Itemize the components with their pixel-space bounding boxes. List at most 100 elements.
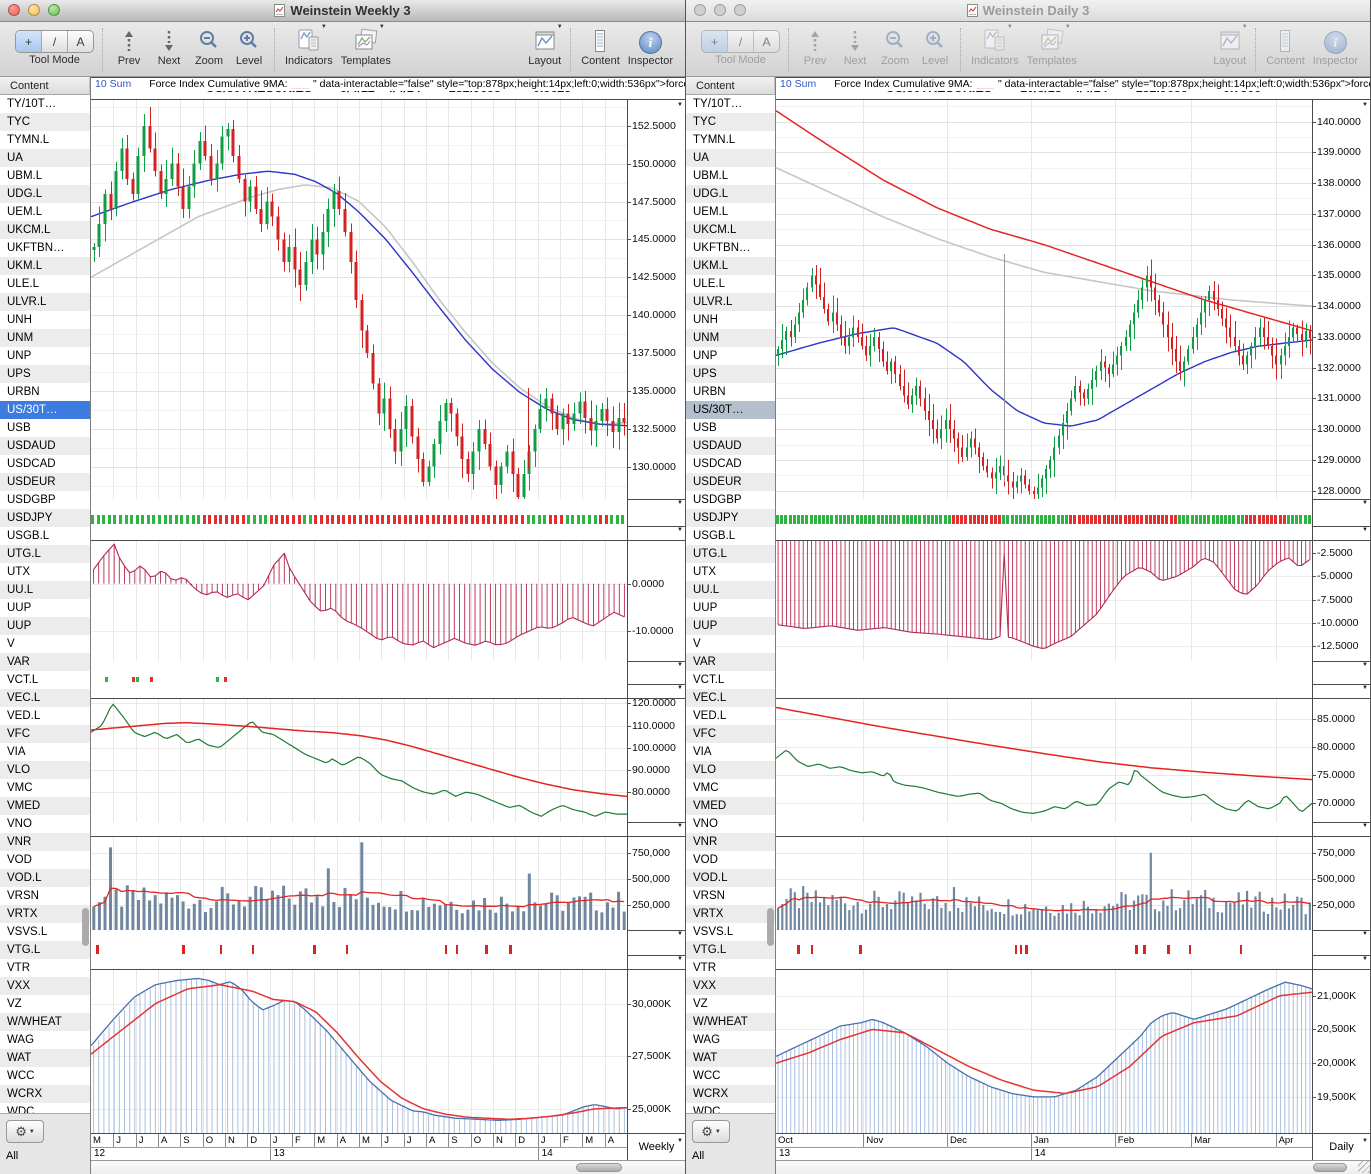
symbol-row[interactable]: VFC xyxy=(686,725,775,743)
symbol-row[interactable]: UKCM.L xyxy=(686,221,775,239)
symbol-row[interactable]: VCT.L xyxy=(686,671,775,689)
symbol-row[interactable]: WCRX xyxy=(0,1085,90,1103)
close-button[interactable] xyxy=(694,4,706,16)
templates-button[interactable]: ▼ Templates xyxy=(341,24,391,67)
content-button[interactable]: Content xyxy=(581,26,620,67)
symbol-row[interactable]: WDC xyxy=(0,1103,90,1113)
symbol-row[interactable]: VRSN xyxy=(0,887,90,905)
panel-menu-caret[interactable]: ▼ xyxy=(1362,500,1368,506)
symbol-row[interactable]: VEC.L xyxy=(686,689,775,707)
symbol-row[interactable]: UNH xyxy=(686,311,775,329)
indicators-button[interactable]: ▼ Indicators xyxy=(285,24,333,67)
prev-button[interactable]: Prev xyxy=(799,26,831,67)
symbol-row[interactable]: WCC xyxy=(0,1067,90,1085)
symbol-row[interactable]: VZ xyxy=(0,995,90,1013)
symbol-row[interactable]: USDAUD xyxy=(0,437,90,455)
symbol-row[interactable]: UTG.L xyxy=(0,545,90,563)
panel-menu-caret[interactable]: ▼ xyxy=(677,956,683,962)
symbol-row[interactable]: USB xyxy=(686,419,775,437)
symbol-row[interactable]: UEM.L xyxy=(686,203,775,221)
symbol-row[interactable]: WCC xyxy=(686,1067,775,1085)
crosshair-tool-button[interactable]: + xyxy=(702,31,728,52)
zoom-in-button[interactable]: Level xyxy=(919,26,951,67)
symbol-row[interactable]: UNP xyxy=(686,347,775,365)
symbol-row[interactable]: VTG.L xyxy=(0,941,90,959)
symbol-row[interactable]: UUP xyxy=(0,617,90,635)
panel-menu-caret[interactable]: ▼ xyxy=(677,500,683,506)
symbol-row[interactable]: TYC xyxy=(0,113,90,131)
symbol-row[interactable]: WAG xyxy=(0,1031,90,1049)
symbol-row[interactable]: UBM.L xyxy=(686,167,775,185)
symbol-row[interactable]: VSVS.L xyxy=(686,923,775,941)
symbol-row[interactable]: ULVR.L xyxy=(686,293,775,311)
crosshair-tool-button[interactable]: + xyxy=(16,31,42,52)
indicators-button[interactable]: ▼ Indicators xyxy=(971,24,1019,67)
symbol-row[interactable]: UU.L xyxy=(686,581,775,599)
symbol-row[interactable]: USDEUR xyxy=(0,473,90,491)
panel-menu-caret[interactable]: ▼ xyxy=(677,527,683,533)
symbol-row[interactable]: VXX xyxy=(686,977,775,995)
layout-button[interactable]: ▼ Layout xyxy=(528,24,563,67)
sidebar-scrollbar-thumb[interactable] xyxy=(767,908,774,946)
scrollbar-thumb[interactable] xyxy=(576,1163,622,1172)
panel-menu-caret[interactable]: ▼ xyxy=(677,662,683,668)
symbol-row[interactable]: W/WHEAT xyxy=(0,1013,90,1031)
symbol-row[interactable]: VOD.L xyxy=(686,869,775,887)
main-price-chart[interactable] xyxy=(91,99,627,499)
symbol-row[interactable]: VNO xyxy=(0,815,90,833)
relative-performance-chart[interactable] xyxy=(776,698,1312,822)
symbol-row[interactable]: VLO xyxy=(686,761,775,779)
symbol-row[interactable]: VXX xyxy=(0,977,90,995)
symbol-row[interactable]: VRTX xyxy=(686,905,775,923)
symbol-row[interactable]: WAT xyxy=(686,1049,775,1067)
symbol-row[interactable]: VLO xyxy=(0,761,90,779)
symbol-row[interactable]: UKFTBN… xyxy=(686,239,775,257)
scrollbar-thumb[interactable] xyxy=(1313,1163,1347,1172)
symbol-row[interactable]: VEC.L xyxy=(0,689,90,707)
symbol-row[interactable]: W/WHEAT xyxy=(686,1013,775,1031)
symbol-row[interactable]: UA xyxy=(0,149,90,167)
symbol-row[interactable]: UTX xyxy=(0,563,90,581)
symbol-row[interactable]: ULVR.L xyxy=(0,293,90,311)
symbol-row[interactable]: VMED xyxy=(0,797,90,815)
symbol-row[interactable]: USDJPY xyxy=(0,509,90,527)
symbol-row[interactable]: US/30T… xyxy=(0,401,90,419)
text-tool-button[interactable]: A xyxy=(754,31,779,52)
symbol-row[interactable]: VOD xyxy=(0,851,90,869)
symbol-row[interactable]: UDG.L xyxy=(686,185,775,203)
symbol-row[interactable]: VAR xyxy=(0,653,90,671)
symbol-row[interactable]: UKM.L xyxy=(0,257,90,275)
trendline-tool-button[interactable]: / xyxy=(728,31,754,52)
symbol-row[interactable]: UBM.L xyxy=(0,167,90,185)
volume-chart[interactable] xyxy=(91,836,627,930)
symbol-row[interactable]: UTG.L xyxy=(686,545,775,563)
symbol-row[interactable]: UUP xyxy=(686,617,775,635)
symbol-row[interactable]: VTR xyxy=(686,959,775,977)
main-price-chart[interactable] xyxy=(776,99,1312,499)
zoom-out-button[interactable]: Zoom xyxy=(193,26,225,67)
action-menu-button[interactable]: ⚙ ▼ xyxy=(6,1120,44,1143)
symbol-row[interactable]: VZ xyxy=(686,995,775,1013)
symbol-row[interactable]: VIA xyxy=(686,743,775,761)
symbol-row[interactable]: VTR xyxy=(0,959,90,977)
symbol-row[interactable]: V xyxy=(686,635,775,653)
zoom-window-button[interactable] xyxy=(734,4,746,16)
symbol-row[interactable]: TYMN.L xyxy=(686,131,775,149)
symbol-row[interactable]: UNM xyxy=(686,329,775,347)
symbol-row[interactable]: WAT xyxy=(0,1049,90,1067)
panel-menu-caret[interactable]: ▼ xyxy=(1362,662,1368,668)
symbol-row[interactable]: VAR xyxy=(686,653,775,671)
symbol-row[interactable]: USGB.L xyxy=(0,527,90,545)
symbol-row[interactable]: WCRX xyxy=(686,1085,775,1103)
symbol-row[interactable]: WDC xyxy=(686,1103,775,1113)
minimize-button[interactable] xyxy=(714,4,726,16)
panel-menu-caret[interactable]: ▼ xyxy=(1362,685,1368,691)
symbol-row[interactable]: UDG.L xyxy=(0,185,90,203)
prev-button[interactable]: Prev xyxy=(113,26,145,67)
panel-menu-caret[interactable]: ▼ xyxy=(1362,931,1368,937)
inspector-button[interactable]: i Inspector xyxy=(628,26,673,67)
horizontal-scrollbar[interactable] xyxy=(776,1160,1370,1174)
titlebar[interactable]: Weinstein Weekly 3 xyxy=(0,0,685,22)
symbol-row[interactable]: UEM.L xyxy=(0,203,90,221)
symbol-row[interactable]: UPS xyxy=(686,365,775,383)
